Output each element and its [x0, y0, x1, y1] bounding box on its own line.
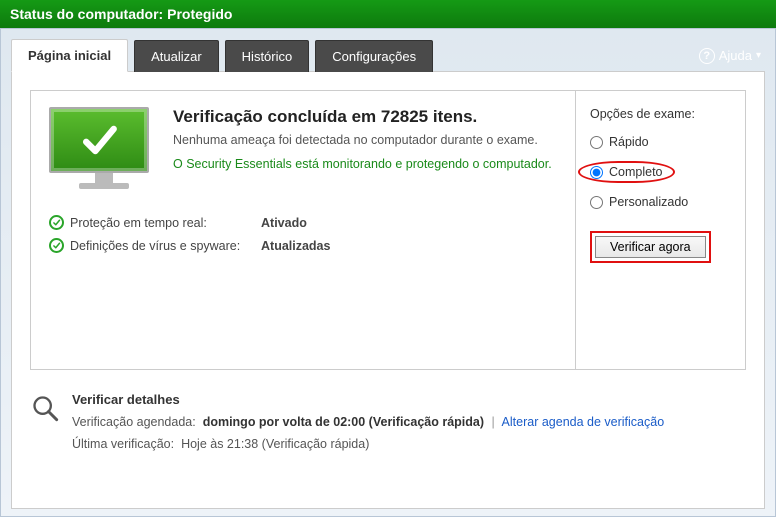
details-scheduled: Verificação agendada: domingo por volta … — [72, 415, 746, 429]
tab-home[interactable]: Página inicial — [11, 39, 128, 72]
scan-option-label: Rápido — [609, 135, 649, 149]
tab-settings[interactable]: Configurações — [315, 40, 433, 72]
scan-details: Verificar detalhes Verificação agendada:… — [30, 392, 746, 459]
check-icon — [77, 118, 121, 162]
status-bar: Status do computador: Protegido — [0, 0, 776, 28]
radio-quick[interactable] — [590, 136, 603, 149]
scan-option-label: Personalizado — [609, 195, 688, 209]
details-last-scan: Última verificação: Hoje às 21:38 (Verif… — [72, 437, 746, 451]
window-body: Página inicial Atualizar Histórico Confi… — [0, 28, 776, 517]
scan-options-title: Opções de exame: — [590, 107, 731, 121]
check-icon — [49, 238, 64, 253]
scheduled-value: domingo por volta de 02:00 (Verificação … — [199, 415, 484, 429]
tabs-row: Página inicial Atualizar Histórico Confi… — [11, 39, 765, 72]
scan-option-full-wrap: Completo — [578, 161, 731, 183]
radio-full[interactable] — [590, 166, 603, 179]
status-value: Ativado — [261, 216, 307, 230]
tab-update[interactable]: Atualizar — [134, 40, 219, 72]
status-item-realtime: Proteção em tempo real: Ativado — [49, 215, 557, 230]
separator: | — [492, 415, 495, 429]
main-left: Verificação concluída em 72825 itens. Ne… — [31, 91, 575, 369]
scan-button-highlight: Verificar agora — [590, 231, 711, 263]
status-item-definitions: Definições de vírus e spyware: Atualizad… — [49, 238, 557, 253]
scan-now-button[interactable]: Verificar agora — [595, 236, 706, 258]
status-monitor-graphic — [49, 107, 159, 189]
help-label: Ajuda — [719, 48, 752, 63]
status-value: Atualizadas — [261, 239, 330, 253]
scheduled-label: Verificação agendada: — [72, 415, 196, 429]
scan-option-label: Completo — [609, 165, 663, 179]
status-label: Definições de vírus e spyware: — [70, 239, 255, 253]
scan-option-full[interactable]: Completo — [578, 161, 675, 183]
status-label: Proteção em tempo real: — [70, 216, 255, 230]
last-scan-label: Última verificação: — [72, 437, 174, 451]
chevron-down-icon: ▾ — [756, 50, 761, 61]
magnifier-icon — [30, 392, 60, 459]
monitoring-status: O Security Essentials está monitorando e… — [173, 157, 552, 171]
radio-custom[interactable] — [590, 196, 603, 209]
details-title: Verificar detalhes — [72, 392, 746, 407]
scan-option-quick[interactable]: Rápido — [590, 135, 731, 149]
check-icon — [49, 215, 64, 230]
main-box: Verificação concluída em 72825 itens. Ne… — [30, 90, 746, 370]
change-schedule-link[interactable]: Alterar agenda de verificação — [502, 415, 665, 429]
status-list: Proteção em tempo real: Ativado Definiçõ… — [49, 215, 557, 261]
content-area: Verificação concluída em 72825 itens. Ne… — [11, 71, 765, 509]
help-icon: ? — [699, 48, 715, 64]
last-scan-value: Hoje às 21:38 (Verificação rápida) — [181, 437, 369, 451]
scan-result-subline: Nenhuma ameaça foi detectada no computad… — [173, 133, 552, 147]
scan-result-headline: Verificação concluída em 72825 itens. — [173, 107, 552, 127]
help-link[interactable]: ? Ajuda ▾ — [699, 48, 765, 64]
tab-history[interactable]: Histórico — [225, 40, 310, 72]
scan-options-panel: Opções de exame: Rápido Completo Persona… — [575, 91, 745, 369]
scan-option-custom[interactable]: Personalizado — [590, 195, 731, 209]
